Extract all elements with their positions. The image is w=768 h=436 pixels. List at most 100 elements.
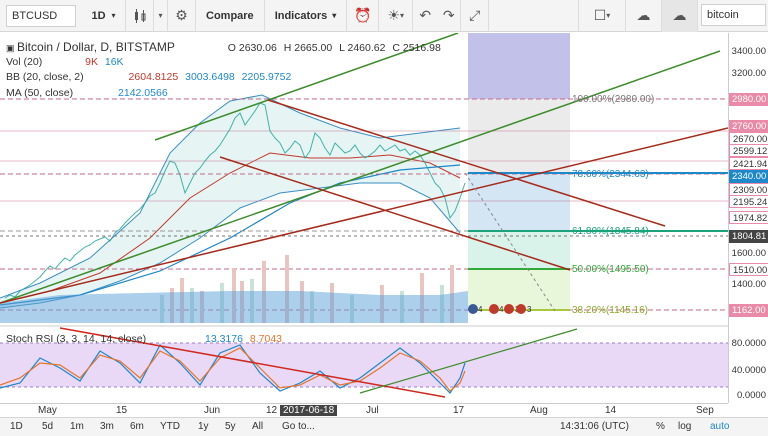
rsi-tick: 0.0000 [736, 390, 766, 401]
ohlc-h: H 2665.00 [283, 42, 333, 54]
bb-value-1: 2604.8125 [128, 71, 179, 83]
indicators-label: Indicators [274, 9, 328, 22]
compare-button[interactable]: Compare [196, 0, 265, 32]
rsi-band [0, 343, 728, 387]
ohlc-c: C 2516.98 [392, 42, 441, 54]
alert-clock-icon[interactable]: ⏰ [347, 0, 380, 32]
vol-label: Vol (20) [6, 56, 43, 68]
ohlc-o: O 2630.06 [227, 42, 277, 54]
range-all[interactable]: All [252, 421, 263, 432]
search-value: bitcoin [707, 9, 739, 21]
range-5y[interactable]: 5y [225, 421, 236, 432]
layout-square-icon[interactable]: ☐ ▾ [578, 0, 626, 32]
interval-select[interactable]: 1D ▾ [82, 0, 126, 32]
ma-label: MA (50, close) [6, 87, 74, 99]
time-label: 12 [266, 405, 278, 416]
top-toolbar: BTCUSD 1D ▾ ▾ ⚙ Compare Indicators ▾ ⏰ ☀… [0, 0, 768, 32]
redo-icon[interactable]: ↷ [437, 0, 462, 32]
time-label: Jun [204, 405, 221, 416]
range-ytd[interactable]: YTD [160, 421, 180, 432]
bulb-icon[interactable]: ☀ ▾ [379, 0, 414, 32]
price-tick: 1600.00 [731, 248, 766, 259]
range-1y[interactable]: 1y [198, 421, 209, 432]
fib-zone-top [468, 33, 570, 99]
bb-label: BB (20, close, 2) [6, 71, 84, 83]
price-tick: 1400.00 [731, 279, 766, 290]
goto-button[interactable]: Go to... [282, 421, 315, 432]
price-tag: 1162.00 [729, 304, 768, 317]
range-1d[interactable]: 1D [10, 421, 23, 432]
percent-toggle[interactable]: % [656, 421, 665, 432]
bb-value-3: 2205.9752 [241, 71, 292, 83]
collapse-icon[interactable]: ▣ [6, 43, 17, 53]
fib-zone-teal [468, 231, 570, 269]
vol-value-1: 9K [85, 56, 98, 68]
bb-value-2: 3003.6498 [185, 71, 235, 83]
vol-legend[interactable]: Vol (20) 9K 16K [6, 56, 124, 68]
rsi-label: Stoch RSI (3, 3, 14, 14, close) [6, 333, 147, 345]
price-tick: 3400.00 [731, 46, 766, 57]
settings-gear-icon[interactable]: ⚙ [168, 0, 196, 32]
rsi-legend[interactable]: Stoch RSI (3, 3, 14, 14, close) 13.3176 … [6, 333, 282, 345]
auto-toggle[interactable]: auto [710, 421, 729, 432]
price-tag: 1974.82 [729, 211, 768, 224]
symbol-value: BTCUSD [12, 9, 58, 22]
time-label: Jul [366, 405, 379, 416]
chevron-down-icon: ▾ [400, 11, 405, 20]
price-tag: 2421.94 [729, 157, 768, 170]
cloud-save-icon[interactable]: ☁ [662, 0, 698, 32]
range-6m[interactable]: 6m [130, 421, 144, 432]
price-tick: 3200.00 [731, 68, 766, 79]
time-label: Aug [530, 405, 548, 416]
time-label: May [38, 405, 57, 416]
rsi-value-2: 8.7043 [249, 333, 283, 345]
undo-icon[interactable]: ↶ [413, 0, 437, 32]
chevron-down-icon: ▾ [111, 11, 116, 20]
range-5d[interactable]: 5d [42, 421, 53, 432]
marker-4-label: 3 [527, 305, 532, 314]
chart-type-chevron-icon[interactable]: ▾ [154, 0, 168, 32]
cloud-load-icon[interactable]: ☁ [626, 0, 662, 32]
last-price-tag: 1804.81 [729, 230, 768, 243]
ma-value: 2142.0566 [118, 87, 168, 99]
fib-label-618: 61.80%(1845.84) [572, 226, 649, 237]
chevron-down-icon: ▾ [606, 11, 611, 20]
range-1m[interactable]: 1m [70, 421, 84, 432]
bottom-bar: 1D 5d 1m 3m 6m YTD 1y 5y All Go to... 14… [0, 417, 768, 436]
volume-ma-area [0, 291, 468, 323]
vol-value-2: 16K [104, 56, 124, 68]
fullscreen-icon[interactable]: ⤢ [461, 0, 490, 32]
fib-zone-blue [468, 174, 570, 231]
marker-2-label: 4 [499, 305, 504, 314]
price-tag: 2195.24 [729, 195, 768, 208]
ma-legend[interactable]: MA (50, close) 2142.0566 [6, 87, 168, 99]
candles-icon[interactable] [126, 0, 154, 32]
fib-zone-grey [468, 99, 570, 174]
bb-legend[interactable]: BB (20, close, 2) 2604.8125 3003.6498 22… [6, 71, 291, 83]
interval-value: 1D [91, 9, 106, 22]
price-scale[interactable]: 3400.00 3200.00 2980.00 2760.00 2670.00 … [728, 33, 768, 403]
fib-label-786: 78.60%(2344.63) [572, 169, 649, 180]
log-toggle[interactable]: log [678, 421, 691, 432]
bollinger-band-fill [0, 95, 460, 308]
event-markers[interactable]: 4 4 3 3 [468, 304, 532, 314]
time-label: 14 [605, 405, 617, 416]
price-tag: 2980.00 [729, 93, 768, 106]
clock-time[interactable]: 14:31:06 (UTC) [560, 421, 629, 432]
fib-label-50: 50.00%(1495.50) [572, 264, 649, 275]
price-tag: 2340.00 [729, 170, 768, 183]
symbol-input[interactable]: BTCUSD [6, 4, 76, 27]
rsi-tick: 40.0000 [731, 365, 766, 376]
time-axis[interactable]: May 15 Jun 12 2017-06-18 Jul 17 Aug 14 S… [0, 403, 728, 417]
indicators-button[interactable]: Indicators ▾ [265, 0, 348, 32]
time-label: 17 [453, 405, 465, 416]
price-tag: 2599.12 [729, 144, 768, 157]
chevron-down-icon: ▾ [332, 11, 337, 20]
rsi-value-1: 13.3176 [205, 333, 243, 345]
range-3m[interactable]: 3m [100, 421, 114, 432]
search-input[interactable]: bitcoin [701, 4, 766, 26]
time-label: 15 [116, 405, 128, 416]
marker-1-label: 4 [478, 305, 483, 314]
main-legend: ▣ Bitcoin / Dollar, D, BITSTAMP O 2630.0… [6, 40, 441, 54]
price-tag: 1510.00 [729, 263, 768, 276]
